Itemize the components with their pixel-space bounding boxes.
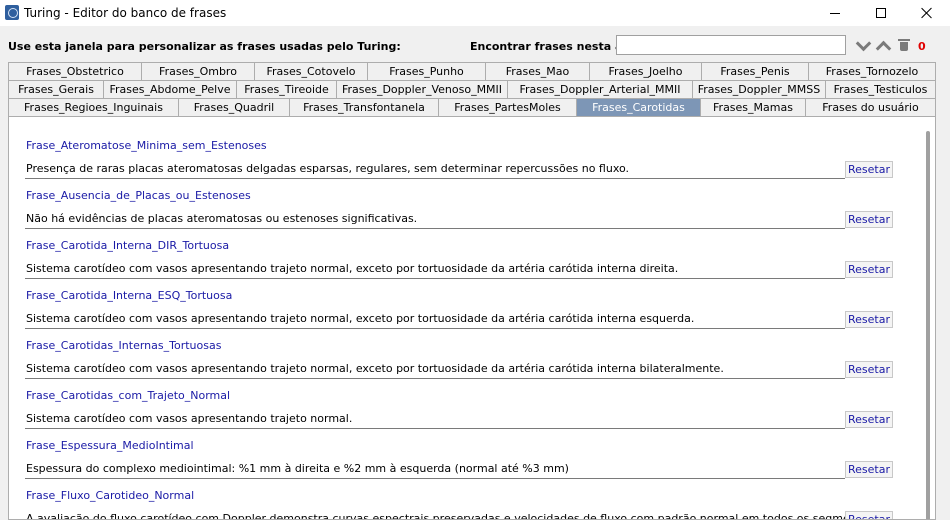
phrase-item: Frase_Fluxo_Carotideo_Normal A avaliação…: [25, 489, 895, 519]
phrase-name: Frase_Carotidas_com_Trajeto_Normal: [26, 389, 231, 402]
phrase-name: Frase_Ausencia_de_Placas_ou_Estenoses: [26, 189, 251, 202]
tab-ombro[interactable]: Frases_Ombro: [141, 62, 255, 80]
reset-button[interactable]: Resetar: [845, 261, 893, 278]
maximize-icon: [876, 8, 886, 18]
tab-abdome-pelve[interactable]: Frases_Abdome_Pelve: [103, 80, 237, 98]
tab-quadril[interactable]: Frases_Quadril: [178, 98, 290, 116]
phrase-text-field[interactable]: Sistema carotídeo com vasos apresentando…: [25, 408, 845, 429]
tab-obstetrico[interactable]: Frases_Obstetrico: [8, 62, 142, 80]
tab-tornozelo[interactable]: Frases_Tornozelo: [808, 62, 936, 80]
tab-partes-moles[interactable]: Frases_PartesMoles: [438, 98, 577, 116]
phrase-name: Frase_Carotida_Interna_ESQ_Tortuosa: [26, 289, 233, 302]
vertical-scrollbar[interactable]: [926, 131, 930, 519]
tab-doppler-venoso-mmii[interactable]: Frases_Doppler_Venoso_MMII: [336, 80, 508, 98]
phrase-name: Frase_Carotida_Interna_DIR_Tortuosa: [26, 239, 230, 252]
phrase-text-field[interactable]: A avaliação do fluxo carotídeo com Doppl…: [25, 508, 845, 519]
match-count: 0: [918, 40, 926, 53]
phrase-item: Frase_Carotidas_com_Trajeto_Normal Siste…: [25, 389, 895, 439]
reset-button[interactable]: Resetar: [845, 411, 893, 428]
tab-regioes-inguinais[interactable]: Frases_Regioes_Inguinais: [8, 98, 179, 116]
reset-button[interactable]: Resetar: [845, 311, 893, 328]
minimize-button[interactable]: [812, 0, 858, 26]
reset-button[interactable]: Resetar: [845, 211, 893, 228]
close-icon: [921, 7, 933, 19]
editor-window: Turing - Editor do banco de frases Use e…: [0, 0, 950, 520]
phrases-panel: Frase_Ateromatose_Minima_sem_Estenoses P…: [8, 116, 936, 520]
phrase-item: Frase_Ateromatose_Minima_sem_Estenoses P…: [25, 139, 895, 189]
trash-icon[interactable]: [897, 38, 913, 52]
reset-button[interactable]: Resetar: [845, 161, 893, 178]
find-input[interactable]: [616, 35, 846, 55]
window-title: Turing - Editor do banco de frases: [24, 6, 227, 20]
tab-mamas[interactable]: Frases_Mamas: [700, 98, 806, 116]
tab-penis[interactable]: Frases_Penis: [701, 62, 809, 80]
phrase-name: Frase_Espessura_MedioIntimal: [26, 439, 194, 452]
tab-doppler-mmss[interactable]: Frases_Doppler_MMSS: [692, 80, 826, 98]
phrase-item: Frase_Ausencia_de_Placas_ou_Estenoses Nã…: [25, 189, 895, 239]
reset-button[interactable]: Resetar: [845, 461, 893, 478]
phrase-text-field[interactable]: Espessura do complexo mediointimal: %1 m…: [25, 458, 845, 479]
close-button[interactable]: [904, 0, 950, 26]
tab-doppler-arterial-mmii[interactable]: Frases_Doppler_Arterial_MMII: [507, 80, 693, 98]
phrase-item: Frase_Espessura_MedioIntimal Espessura d…: [25, 439, 895, 489]
tab-frases-do-usuario[interactable]: Frases do usuário: [805, 98, 936, 116]
app-logo-icon: [5, 5, 19, 20]
phrase-item: Frase_Carotida_Interna_ESQ_Tortuosa Sist…: [25, 289, 895, 339]
chevron-down-icon[interactable]: [855, 38, 871, 52]
tab-gerais[interactable]: Frases_Gerais: [8, 80, 104, 98]
phrase-text-field[interactable]: Presença de raras placas ateromatosas de…: [25, 158, 845, 179]
chevron-up-icon[interactable]: [875, 38, 891, 52]
maximize-button[interactable]: [858, 0, 904, 26]
title-bar: Turing - Editor do banco de frases: [0, 0, 950, 26]
reset-button[interactable]: Resetar: [845, 361, 893, 378]
tab-row-3: Frases_Regioes_Inguinais Frases_Quadril …: [8, 98, 936, 116]
tab-joelho[interactable]: Frases_Joelho: [589, 62, 702, 80]
phrase-text-field[interactable]: Sistema carotídeo com vasos apresentando…: [25, 308, 845, 329]
tab-testiculos[interactable]: Frases_Testiculos: [825, 80, 936, 98]
tab-transfontanela[interactable]: Frases_Transfontanela: [289, 98, 439, 116]
tab-punho[interactable]: Frases_Punho: [367, 62, 486, 80]
phrase-text-field[interactable]: Sistema carotídeo com vasos apresentando…: [25, 358, 845, 379]
phrase-item: Frase_Carotida_Interna_DIR_Tortuosa Sist…: [25, 239, 895, 289]
phrase-name: Frase_Ateromatose_Minima_sem_Estenoses: [26, 139, 267, 152]
instruction-label: Use esta janela para personalizar as fra…: [8, 40, 401, 53]
phrase-text-field[interactable]: Não há evidências de placas ateromatosas…: [25, 208, 845, 229]
phrase-name: Frase_Fluxo_Carotideo_Normal: [26, 489, 195, 502]
tab-tireoide[interactable]: Frases_Tireoide: [236, 80, 337, 98]
tab-row-1: Frases_Obstetrico Frases_Ombro Frases_Co…: [8, 62, 936, 80]
tab-cotovelo[interactable]: Frases_Cotovelo: [254, 62, 368, 80]
phrase-name: Frase_Carotidas_Internas_Tortuosas: [26, 339, 222, 352]
reset-button[interactable]: Resetar: [845, 511, 893, 519]
toolbar: Use esta janela para personalizar as fra…: [0, 26, 950, 60]
tab-mao[interactable]: Frases_Mao: [485, 62, 590, 80]
phrase-text-field[interactable]: Sistema carotídeo com vasos apresentando…: [25, 258, 845, 279]
tab-carotidas[interactable]: Frases_Carotidas: [576, 98, 701, 116]
minimize-icon: [830, 12, 840, 14]
tab-row-2: Frases_Gerais Frases_Abdome_Pelve Frases…: [8, 80, 936, 98]
phrase-item: Frase_Carotidas_Internas_Tortuosas Siste…: [25, 339, 895, 389]
